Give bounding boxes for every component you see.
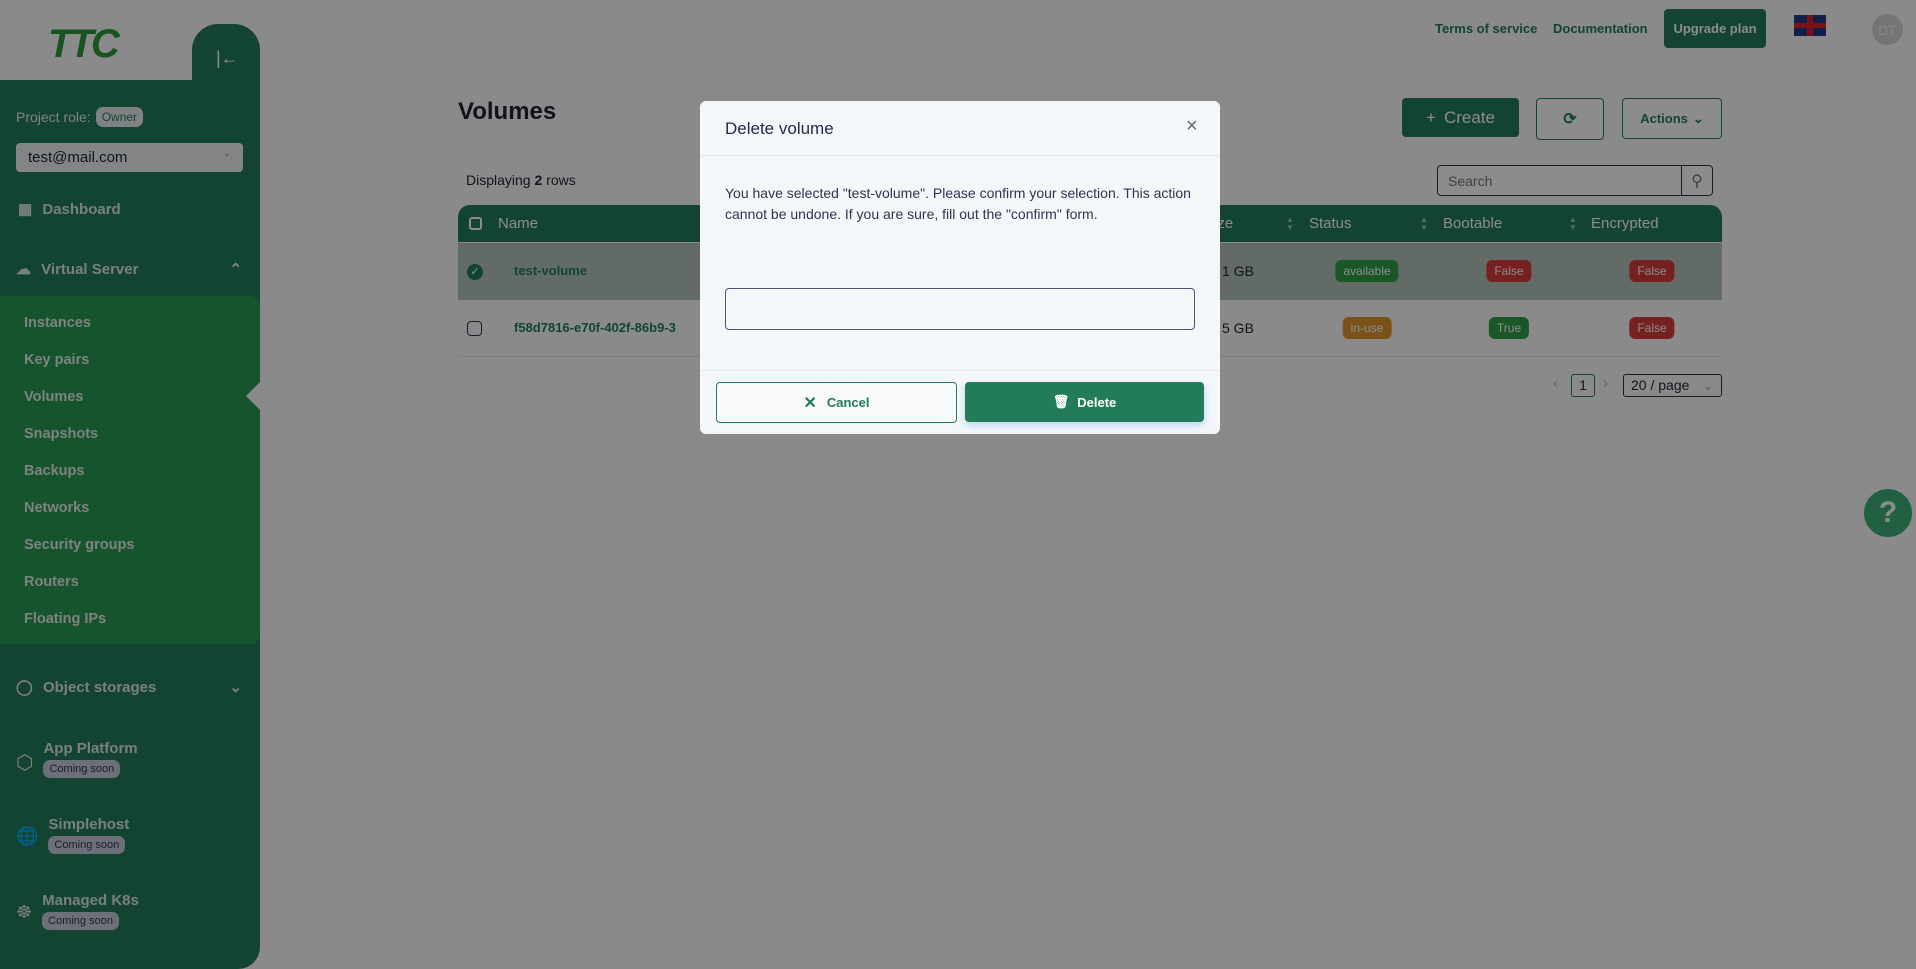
delete-button[interactable]: 🗑 Delete: [965, 382, 1204, 422]
cancel-button[interactable]: ✕ Cancel: [716, 382, 957, 423]
modal-title: Delete volume: [725, 119, 834, 138]
trash-icon: 🗑: [1052, 394, 1070, 409]
divider: [700, 155, 1220, 156]
delete-volume-modal: Delete volume × You have selected "test-…: [700, 101, 1220, 434]
confirm-input[interactable]: [725, 288, 1195, 330]
divider: [700, 370, 1220, 371]
modal-message: You have selected "test-volume". Please …: [725, 185, 1191, 222]
close-icon[interactable]: ×: [1186, 115, 1198, 138]
x-icon: ✕: [803, 394, 817, 412]
